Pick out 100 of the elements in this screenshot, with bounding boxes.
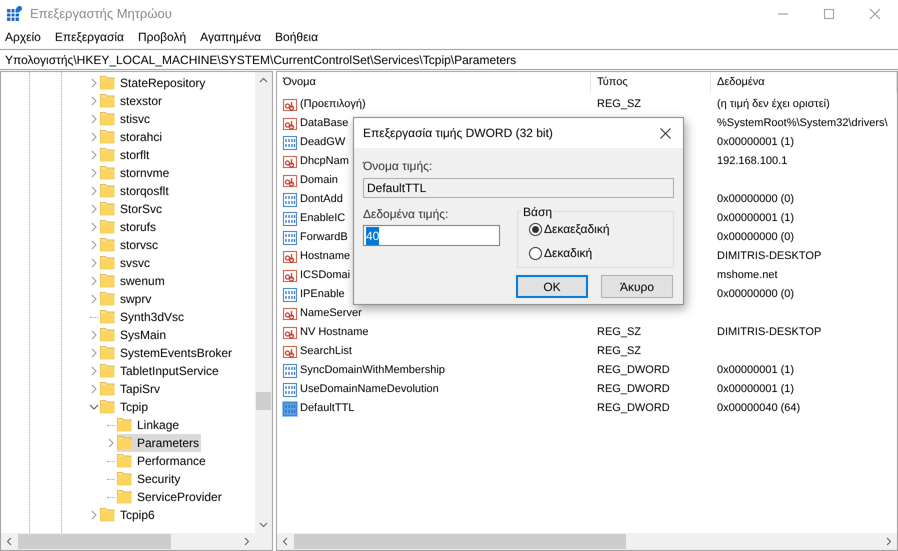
menu-item[interactable]: Βοήθεια xyxy=(275,28,318,46)
tree-item[interactable]: stexstor xyxy=(100,92,164,110)
radio-label[interactable]: Δεκαεξαδική xyxy=(544,220,610,238)
expand-icon[interactable] xyxy=(89,348,99,358)
value-type: REG_DWORD xyxy=(597,402,670,414)
tree-item[interactable]: storflt xyxy=(100,146,152,164)
dialog-button[interactable]: Άκυρο xyxy=(601,275,673,298)
folder-icon xyxy=(117,489,132,505)
tree-item[interactable]: storufs xyxy=(100,218,158,236)
scroll-left-icon[interactable] xyxy=(282,537,288,546)
tree-item[interactable]: Linkage xyxy=(117,416,182,434)
scroll-down-icon[interactable] xyxy=(259,522,268,528)
tree-item[interactable]: Tcpip xyxy=(100,398,150,416)
value-data-field[interactable]: 40 xyxy=(363,225,500,246)
value-name[interactable]: SearchList xyxy=(300,343,352,360)
folder-icon xyxy=(100,291,115,307)
value-name[interactable]: Hostname xyxy=(300,248,350,265)
window-title: Επεξεργαστής Μητρώου xyxy=(30,4,172,23)
value-name[interactable]: SyncDomainWithMembership xyxy=(300,362,445,379)
scroll-left-icon[interactable] xyxy=(6,537,12,546)
radio-button[interactable] xyxy=(529,222,542,236)
scroll-up-icon[interactable] xyxy=(259,77,268,83)
scroll-right-icon[interactable] xyxy=(886,537,892,546)
value-name[interactable]: ICSDomai xyxy=(300,267,350,284)
tree-item[interactable]: TapiSrv xyxy=(100,380,162,398)
tree-item[interactable]: SysMain xyxy=(100,326,168,344)
tree-item[interactable]: svsvc xyxy=(100,254,152,272)
tree-item[interactable]: ServiceProvider xyxy=(117,488,224,506)
expand-icon[interactable] xyxy=(89,114,99,124)
horizontal-scrollbar[interactable] xyxy=(1,533,272,550)
expand-icon[interactable] xyxy=(89,240,99,250)
value-name[interactable]: DeadGW xyxy=(300,134,346,151)
menu-item[interactable]: Αρχείο xyxy=(5,28,41,46)
tree-item[interactable]: StorSvc xyxy=(100,200,164,218)
value-name[interactable]: IPEnable xyxy=(300,286,345,303)
expand-icon[interactable] xyxy=(89,276,99,286)
vertical-scrollbar[interactable] xyxy=(255,72,272,533)
expand-icon[interactable] xyxy=(89,384,99,394)
value-name[interactable]: NameServer xyxy=(300,305,362,322)
value-name[interactable]: (Προεπιλογή) xyxy=(300,96,366,113)
expand-icon[interactable] xyxy=(89,96,99,106)
dialog-button[interactable]: OK xyxy=(516,275,588,298)
radio-label[interactable]: Δεκαδική xyxy=(544,244,592,262)
value-name[interactable]: NV Hostname xyxy=(300,324,368,341)
menu-item[interactable]: Επεξεργασία xyxy=(54,28,124,46)
folder-icon xyxy=(100,219,115,235)
expand-icon[interactable] xyxy=(89,510,99,520)
expand-icon[interactable] xyxy=(89,132,99,142)
column-header[interactable]: Τύπος xyxy=(591,72,711,93)
value-name[interactable]: UseDomainNameDevolution xyxy=(300,381,439,398)
value-name[interactable]: ForwardB xyxy=(300,229,348,246)
tree-item[interactable]: storqosflt xyxy=(100,182,171,200)
scroll-thumb[interactable] xyxy=(18,534,171,549)
expand-icon[interactable] xyxy=(89,366,99,376)
close-icon[interactable] xyxy=(660,128,671,138)
tree-item[interactable]: storvsc xyxy=(100,236,160,254)
tree-item[interactable]: Performance xyxy=(117,452,208,470)
menu-item[interactable]: Αγαπημένα xyxy=(200,28,262,46)
tree-item[interactable]: Tcpip6 xyxy=(100,506,157,524)
expand-icon[interactable] xyxy=(89,294,99,304)
tree-item[interactable]: StateRepository xyxy=(100,74,208,92)
tree-item[interactable]: SystemEventsBroker xyxy=(100,344,234,362)
expand-icon[interactable] xyxy=(89,258,99,268)
tree-item[interactable]: stornvme xyxy=(100,164,172,182)
field-label: Όνομα τιμής: xyxy=(363,158,434,175)
tree-item[interactable]: Parameters xyxy=(117,434,202,452)
expand-icon[interactable] xyxy=(89,78,99,88)
value-data: 192.168.100.1 xyxy=(717,155,788,168)
expand-icon[interactable] xyxy=(106,438,116,448)
expand-icon[interactable] xyxy=(89,150,99,160)
tree-item[interactable]: stisvc xyxy=(100,110,152,128)
radio-button[interactable] xyxy=(529,246,542,260)
scroll-right-icon[interactable] xyxy=(244,537,250,546)
tree-item[interactable]: storahci xyxy=(100,128,164,146)
tree-item[interactable]: Security xyxy=(117,470,182,488)
menu-item[interactable]: Προβολή xyxy=(138,28,186,46)
expand-icon[interactable] xyxy=(89,168,99,178)
tree-item[interactable]: Synth3dVsc xyxy=(100,308,186,326)
maximize-icon[interactable] xyxy=(823,8,835,20)
tree-item[interactable]: swprv xyxy=(100,290,154,308)
horizontal-scrollbar[interactable] xyxy=(277,533,897,550)
expand-icon[interactable] xyxy=(89,222,99,232)
value-name[interactable]: DefaultTTL xyxy=(300,400,354,417)
expand-icon[interactable] xyxy=(89,330,99,340)
expand-icon[interactable] xyxy=(89,186,99,196)
value-data: 0x00000001 (1) xyxy=(717,212,794,224)
scroll-thumb[interactable] xyxy=(294,534,626,549)
tree-item[interactable]: swenum xyxy=(100,272,167,290)
value-name[interactable]: DontAdd xyxy=(300,191,343,208)
collapse-icon[interactable] xyxy=(89,402,99,412)
value-name[interactable]: Domain xyxy=(300,172,338,189)
tree-item[interactable]: TabletInputService xyxy=(100,362,221,380)
value-name[interactable]: DataBase xyxy=(300,115,348,132)
column-header[interactable]: Όνομα xyxy=(277,72,591,93)
address-bar[interactable]: Υπολογιστής\HKEY_LOCAL_MACHINE\SYSTEM\CurrentControlSet\Services\Tcpip\Parameters xyxy=(0,49,898,70)
column-header[interactable]: Δεδομένα xyxy=(711,72,897,93)
value-name[interactable]: DhcpNam xyxy=(300,153,349,170)
expand-icon[interactable] xyxy=(89,204,99,214)
scroll-thumb[interactable] xyxy=(256,392,271,410)
value-name[interactable]: EnableIC xyxy=(300,210,346,227)
